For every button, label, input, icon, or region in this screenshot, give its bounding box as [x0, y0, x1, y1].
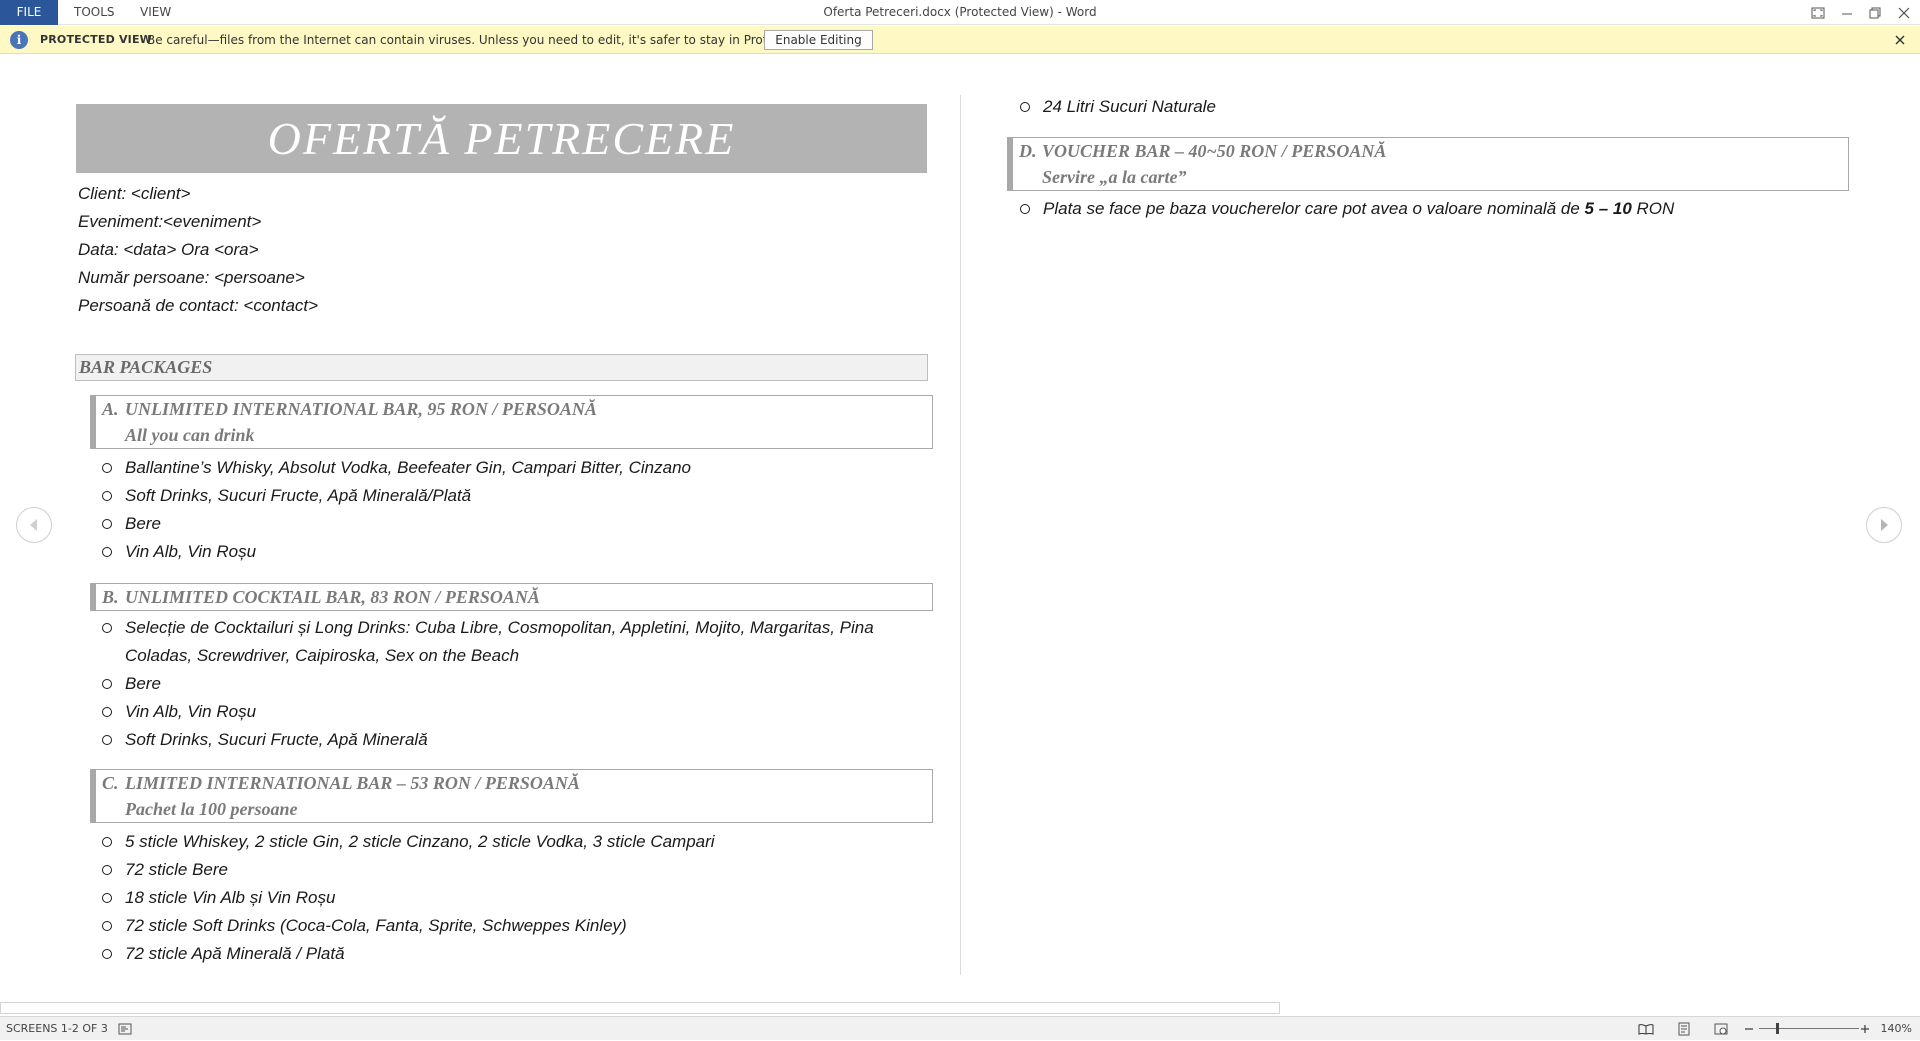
zoom-slider[interactable]	[1759, 1028, 1859, 1029]
section-c-heading: C. LIMITED INTERNATIONAL BAR – 53 RON / …	[90, 769, 933, 823]
window-title: Oferta Petreceri.docx (Protected View) -…	[823, 5, 1097, 19]
enable-editing-button[interactable]: Enable Editing	[764, 30, 873, 50]
section-b-heading: B. UNLIMITED COCKTAIL BAR, 83 RON / PERS…	[90, 583, 933, 611]
protected-view-title: PROTECTED VIEW	[40, 33, 153, 46]
info-contact: Persoană de contact: <contact>	[78, 296, 319, 315]
info-date: Data: <data> Ora <ora>	[78, 240, 259, 259]
print-layout-icon[interactable]	[1676, 1021, 1692, 1037]
minimize-icon[interactable]	[1833, 0, 1861, 25]
section-title: UNLIMITED INTERNATIONAL BAR, 95 RON / PE…	[125, 399, 597, 419]
close-protected-bar-icon[interactable]	[1890, 30, 1910, 50]
zoom-in-icon[interactable]	[1857, 1021, 1873, 1037]
close-window-icon[interactable]	[1890, 0, 1918, 25]
protected-view-bar: i PROTECTED VIEW Be careful—files from t…	[0, 26, 1920, 54]
section-letter: C.	[102, 773, 119, 793]
status-bar: SCREENS 1-2 OF 3 140%	[0, 1016, 1920, 1040]
document-area: OFERTĂ PETRECERE Client: <client> Evenim…	[0, 55, 1920, 1010]
fullscreen-icon[interactable]	[1804, 0, 1832, 25]
section-letter: B.	[102, 587, 119, 607]
info-icon: i	[10, 31, 28, 49]
web-layout-icon[interactable]	[1713, 1021, 1729, 1037]
info-persons: Număr persoane: <persoane>	[78, 268, 305, 287]
read-mode-icon[interactable]	[1638, 1021, 1654, 1037]
menu-file[interactable]: FILE	[0, 0, 58, 25]
section-a-heading: A. UNLIMITED INTERNATIONAL BAR, 95 RON /…	[90, 395, 933, 449]
horizontal-scrollbar[interactable]	[0, 1002, 1280, 1014]
section-title: UNLIMITED COCKTAIL BAR, 83 RON / PERSOAN…	[125, 587, 540, 607]
zoom-slider-thumb[interactable]	[1776, 1023, 1779, 1034]
document-title: OFERTĂ PETRECERE	[76, 104, 927, 173]
info-event: Eveniment:<eveniment>	[78, 212, 262, 231]
zoom-out-icon[interactable]	[1741, 1021, 1757, 1037]
protected-view-message: Be careful—files from the Internet can c…	[147, 33, 837, 47]
section-letter: A.	[102, 399, 119, 419]
word-count-icon[interactable]	[117, 1021, 133, 1037]
section-letter: D.	[1019, 141, 1037, 161]
section-title: LIMITED INTERNATIONAL BAR – 53 RON / PER…	[125, 773, 580, 793]
section-d-heading: D. VOUCHER BAR – 40~50 RON / PERSOANĂ Se…	[1007, 137, 1849, 191]
restore-icon[interactable]	[1861, 0, 1889, 25]
screen-counter: SCREENS 1-2 OF 3	[6, 1022, 108, 1035]
section-title: VOUCHER BAR – 40~50 RON / PERSOANĂ	[1042, 141, 1387, 161]
title-bar: FILE TOOLS VIEW Oferta Petreceri.docx (P…	[0, 0, 1920, 25]
menu-tools[interactable]: TOOLS	[62, 0, 127, 25]
bar-packages-heading: BAR PACKAGES	[75, 354, 928, 381]
section-subtitle: All you can drink	[125, 425, 255, 445]
menu-view[interactable]: VIEW	[128, 0, 183, 25]
section-subtitle: Servire „a la carte”	[1042, 167, 1187, 187]
zoom-level[interactable]: 140%	[1881, 1017, 1912, 1041]
section-subtitle: Pachet la 100 persoane	[125, 799, 298, 819]
page-right: 24 Litri Sucuri Naturale D. VOUCHER BAR …	[960, 55, 1920, 1010]
info-client: Client: <client>	[78, 184, 191, 203]
page-left: OFERTĂ PETRECERE Client: <client> Evenim…	[0, 55, 960, 1010]
